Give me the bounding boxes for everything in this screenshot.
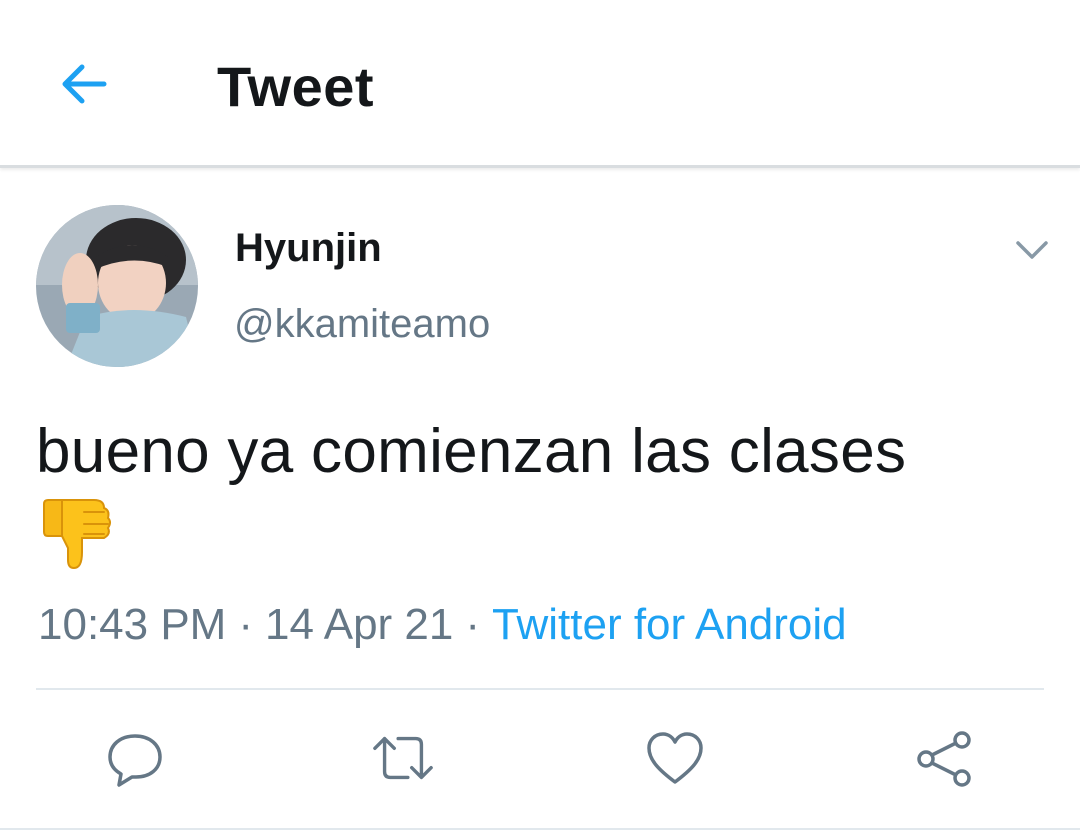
- page-title: Tweet: [217, 55, 375, 118]
- heart-icon: [647, 732, 703, 784]
- retweet-icon: [373, 736, 433, 780]
- avatar[interactable]: [36, 205, 198, 367]
- author-display-name[interactable]: Hyunjin: [235, 226, 382, 271]
- back-button[interactable]: [52, 52, 116, 116]
- tweet-metadata: 10:43 PM · 14 Apr 21 · Twitter for Android: [38, 600, 847, 650]
- meta-separator: ·: [238, 600, 253, 649]
- reply-button[interactable]: [103, 726, 167, 790]
- retweet-button[interactable]: [371, 726, 435, 790]
- share-button[interactable]: [912, 726, 976, 790]
- tweet-menu-button[interactable]: [1008, 226, 1056, 274]
- share-icon: [917, 731, 971, 787]
- profile-photo: [36, 205, 198, 367]
- meta-separator: ·: [465, 600, 481, 649]
- app-header: Tweet: [0, 0, 1080, 168]
- tweet-date: 14 Apr 21: [265, 600, 454, 649]
- like-button[interactable]: [643, 726, 707, 790]
- reply-icon: [108, 734, 162, 787]
- divider: [0, 828, 1080, 830]
- tweet-time: 10:43 PM: [38, 600, 227, 649]
- arrow-left-icon: [62, 64, 107, 104]
- author-handle[interactable]: @kkamiteamo: [234, 302, 490, 347]
- chevron-down-icon: [1016, 241, 1048, 259]
- divider: [36, 688, 1044, 690]
- tweet-text: bueno ya comienzan las clases: [36, 417, 907, 486]
- thumbs-down-icon: [38, 496, 114, 572]
- tweet-source-link[interactable]: Twitter for Android: [492, 600, 847, 649]
